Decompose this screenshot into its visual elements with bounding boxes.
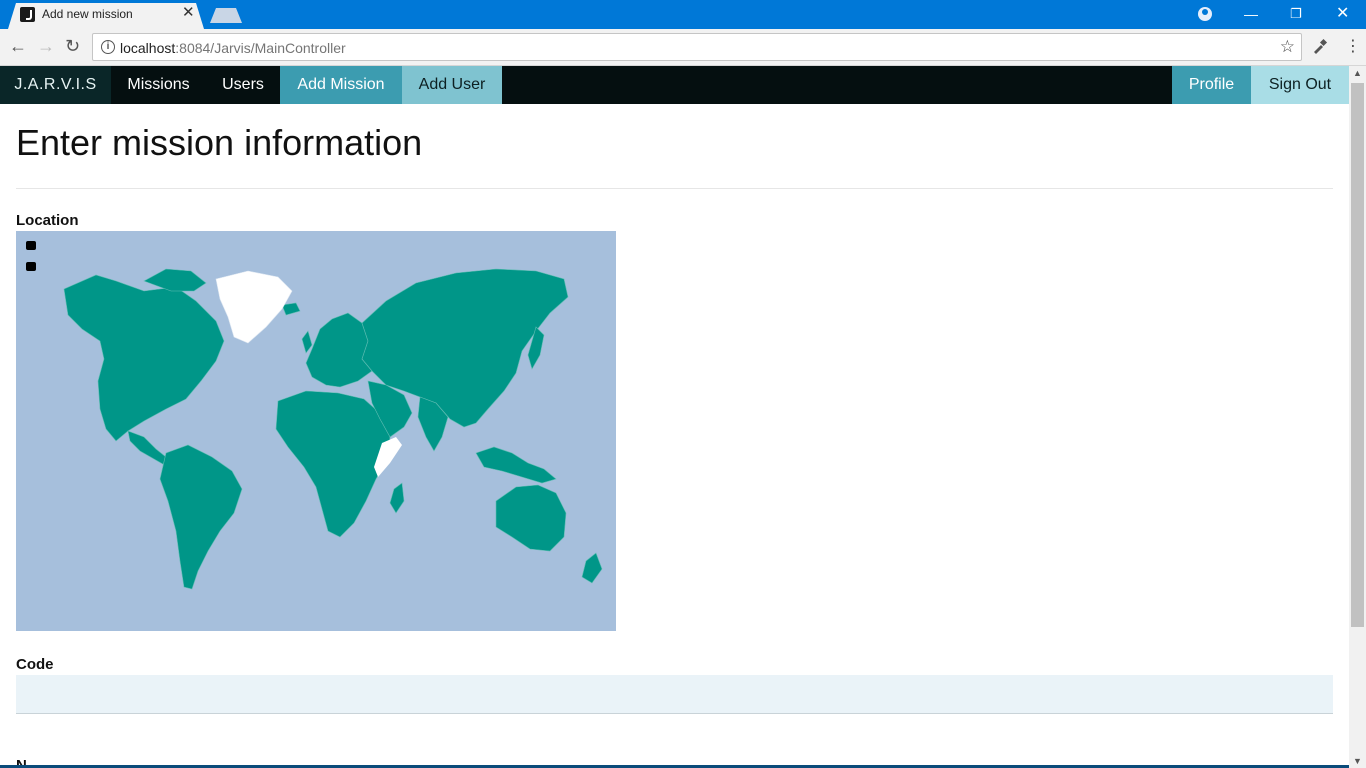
region-uk [301, 330, 313, 354]
nav-profile[interactable]: Profile [1172, 66, 1251, 104]
region-greenland [215, 270, 293, 344]
tab-favicon-icon [20, 7, 35, 22]
divider [16, 188, 1333, 189]
region-australia [495, 484, 567, 552]
zoom-out-button[interactable] [26, 262, 36, 271]
site-navbar: J.A.R.V.I.S Missions Users Add Mission A… [0, 66, 1349, 104]
info-icon[interactable]: i [101, 40, 115, 54]
region-southeast-asia [475, 446, 557, 484]
zoom-in-button[interactable] [26, 241, 36, 250]
region-new-zealand [581, 552, 603, 584]
code-label: Code [16, 656, 54, 673]
back-arrow-icon[interactable]: ← [9, 36, 27, 56]
location-label: Location [16, 212, 79, 229]
reload-icon[interactable]: ↻ [65, 36, 80, 56]
page-scrollbar[interactable]: ▲ ▼ [1349, 66, 1366, 768]
code-input[interactable] [16, 675, 1333, 714]
region-south-america [159, 444, 243, 590]
location-map[interactable] [16, 231, 616, 631]
world-map[interactable] [16, 231, 616, 631]
region-africa [275, 390, 391, 538]
tab-close-icon[interactable]: ✕ [182, 5, 195, 20]
region-north-america [63, 274, 225, 442]
brand-link[interactable]: J.A.R.V.I.S [0, 66, 111, 104]
eyedropper-icon[interactable] [1312, 38, 1328, 54]
region-iceland [281, 302, 301, 316]
browser-toolbar: ← → ↻ i localhost:8084/Jarvis/MainContro… [0, 29, 1366, 66]
profile-icon[interactable] [1198, 7, 1212, 21]
new-tab-button[interactable] [210, 8, 242, 23]
minimize-icon[interactable]: — [1244, 4, 1258, 24]
region-arctic-islands [143, 268, 207, 292]
restore-icon[interactable]: ❐ [1290, 4, 1302, 24]
browser-menu-icon[interactable]: ⋮ [1345, 37, 1361, 57]
nav-add-mission[interactable]: Add Mission [280, 66, 402, 104]
scroll-thumb[interactable] [1351, 83, 1364, 627]
url-text: localhost:8084/Jarvis/MainController [120, 40, 346, 56]
region-madagascar [389, 482, 405, 514]
nav-add-user[interactable]: Add User [402, 66, 502, 104]
browser-tabstrip: Add new mission ✕ — ❐ ✕ [0, 0, 1366, 29]
close-window-icon[interactable]: ✕ [1336, 4, 1349, 24]
nav-sign-out[interactable]: Sign Out [1251, 66, 1349, 104]
scroll-down-arrow-icon[interactable]: ▼ [1353, 756, 1362, 766]
address-bar[interactable]: i localhost:8084/Jarvis/MainController ☆ [92, 33, 1302, 61]
bookmark-star-icon[interactable]: ☆ [1280, 37, 1295, 57]
forward-arrow-icon[interactable]: → [37, 36, 55, 56]
tab-title: Add new mission [42, 7, 133, 21]
page-title: Enter mission information [16, 122, 423, 163]
scroll-up-arrow-icon[interactable]: ▲ [1353, 68, 1362, 78]
nav-users[interactable]: Users [206, 66, 280, 104]
nav-missions[interactable]: Missions [111, 66, 206, 104]
